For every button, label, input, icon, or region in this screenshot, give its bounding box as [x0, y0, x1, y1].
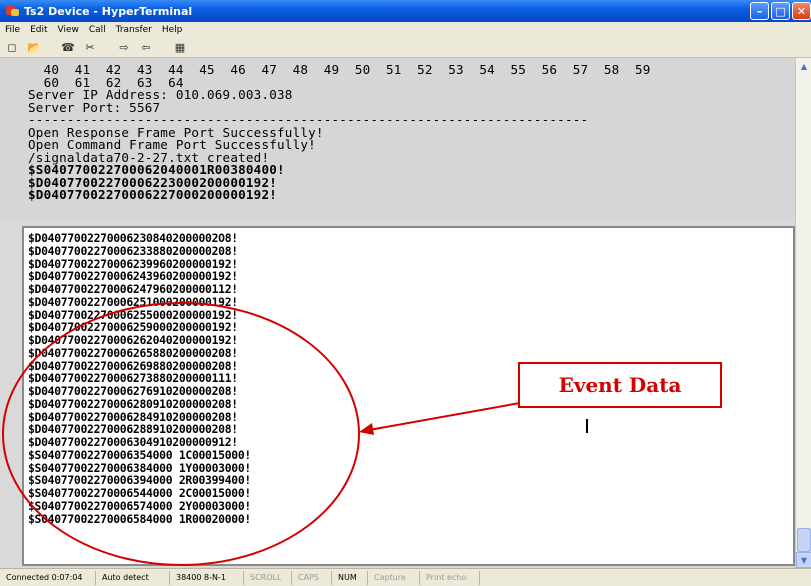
close-button[interactable]: ✕ — [792, 2, 811, 20]
hyperterminal-app-icon — [6, 4, 20, 18]
menu-transfer[interactable]: Transfer — [111, 25, 157, 35]
scroll-up-icon[interactable]: ▲ — [796, 58, 811, 74]
minimize-button[interactable]: – — [750, 2, 769, 20]
menu-edit[interactable]: Edit — [25, 25, 52, 35]
window-title: Ts2 Device - HyperTerminal — [24, 4, 193, 18]
disconnect-icon[interactable]: ✂ — [82, 41, 98, 55]
menu-file[interactable]: File — [0, 25, 25, 35]
receive-icon[interactable]: ⇦ — [138, 41, 154, 55]
data-line: $D04077002270006233880200000208! — [28, 243, 238, 258]
scroll-down-icon[interactable]: ▼ — [796, 552, 811, 568]
open-icon[interactable]: 📂 — [26, 41, 42, 55]
status-num: NUM — [332, 570, 368, 585]
menu-view[interactable]: View — [53, 25, 84, 35]
menu-bar: File Edit View Call Transfer Help — [0, 22, 811, 38]
event-data-callout: Event Data — [518, 362, 722, 408]
status-connected: Connected 0:07:04 — [0, 570, 96, 585]
status-bar: Connected 0:07:04 Auto detect 38400 8-N-… — [0, 568, 811, 586]
status-detect: Auto detect — [96, 570, 170, 585]
properties-icon[interactable]: ▦ — [172, 41, 188, 55]
vertical-scrollbar[interactable]: ▲ ▼ — [795, 58, 811, 568]
status-capture: Capture — [368, 570, 420, 585]
send-icon[interactable]: ⇨ — [116, 41, 132, 55]
menu-call[interactable]: Call — [84, 25, 111, 35]
event-data-ellipse — [2, 302, 360, 566]
status-caps: CAPS — [292, 570, 332, 585]
new-icon[interactable]: ◻ — [4, 41, 20, 55]
maximize-button[interactable]: □ — [771, 2, 790, 20]
event-data-label: Event Data — [558, 373, 682, 397]
terminal-line: $D04077002270006227000200000192! — [28, 187, 278, 202]
status-scroll: SCROLL — [244, 570, 292, 585]
data-line: $D040770022700062308402000002O8! — [28, 231, 238, 245]
terminal-history-pane: 40 41 42 43 44 45 46 47 48 49 50 51 52 5… — [0, 58, 795, 220]
status-print-echo: Print echo — [420, 570, 480, 585]
data-line: $D04077002270006247960200000112! — [28, 282, 238, 296]
toolbar: ◻ 📂 ☎ ✂ ⇨ ⇦ ▦ — [0, 38, 811, 58]
text-cursor-icon — [586, 419, 588, 433]
phone-icon[interactable]: ☎ — [60, 41, 76, 55]
status-port: 38400 8-N-1 — [170, 570, 244, 585]
annotation-arrow — [359, 402, 521, 435]
scroll-thumb[interactable] — [797, 528, 811, 552]
title-bar: Ts2 Device - HyperTerminal – □ ✕ — [0, 0, 811, 22]
window-controls: – □ ✕ — [750, 2, 811, 20]
menu-help[interactable]: Help — [157, 25, 188, 35]
